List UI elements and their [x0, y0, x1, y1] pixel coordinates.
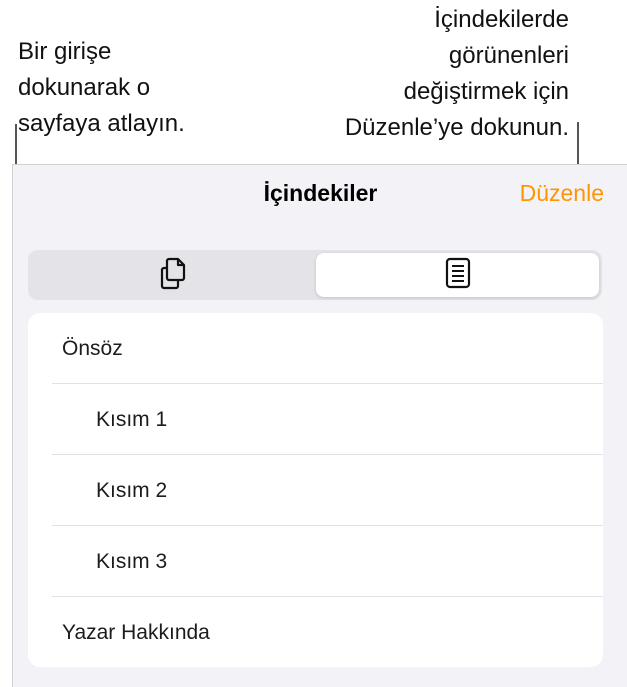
view-segmented-control [28, 250, 602, 300]
toc-item-kisim-1[interactable]: Kısım 1 [28, 384, 603, 455]
table-of-contents-icon [445, 257, 471, 294]
table-of-contents-panel: İçindekiler Düzenle Önsöz Kısım 1 Kısım … [12, 164, 627, 687]
toc-item-label: Kısım 2 [96, 478, 168, 502]
toc-list: Önsöz Kısım 1 Kısım 2 Kısım 3 Yazar Hakk… [28, 313, 603, 667]
toc-item-onsoz[interactable]: Önsöz [28, 313, 603, 384]
toc-item-yazar-hakkinda[interactable]: Yazar Hakkında [28, 597, 603, 667]
toc-item-label: Kısım 1 [96, 407, 168, 431]
callout-tap-entry: Bir girişe dokunarak o sayfaya atlayın. [18, 38, 185, 137]
toc-item-kisim-2[interactable]: Kısım 2 [28, 455, 603, 526]
callout-tap-edit: İçindekilerde görünenleri değiştirmek iç… [344, 6, 569, 141]
toc-item-kisim-3[interactable]: Kısım 3 [28, 526, 603, 597]
toc-item-label: Önsöz [62, 336, 123, 360]
segment-pages[interactable] [31, 253, 314, 297]
toc-item-label: Kısım 3 [96, 549, 168, 573]
segment-contents[interactable] [316, 253, 599, 297]
edit-button[interactable]: Düzenle [520, 180, 604, 207]
toc-item-label: Yazar Hakkında [62, 620, 210, 644]
pages-thumbnails-icon [158, 256, 188, 295]
